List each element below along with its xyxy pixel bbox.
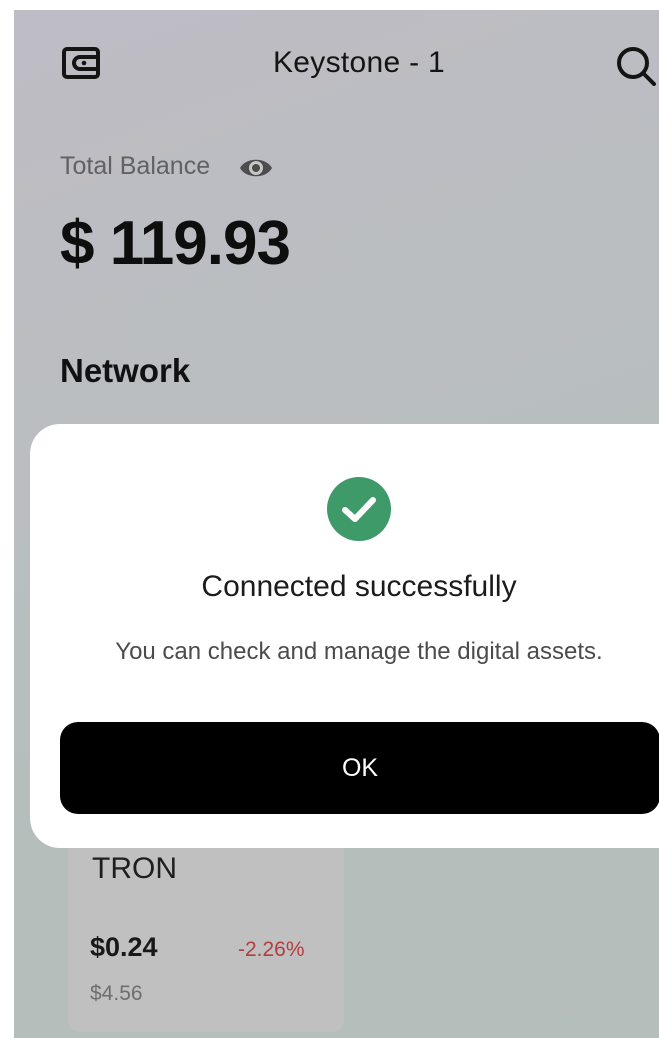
check-circle-icon [326, 476, 392, 542]
ok-button[interactable]: OK [60, 722, 659, 814]
dialog-title: Connected successfully [201, 570, 517, 603]
dialog-message: You can check and manage the digital ass… [115, 638, 603, 665]
screen: Keystone - 1 Total Balance $ 119.93 Netw… [0, 0, 659, 1038]
connection-success-dialog: Connected successfully You can check and… [30, 424, 659, 848]
